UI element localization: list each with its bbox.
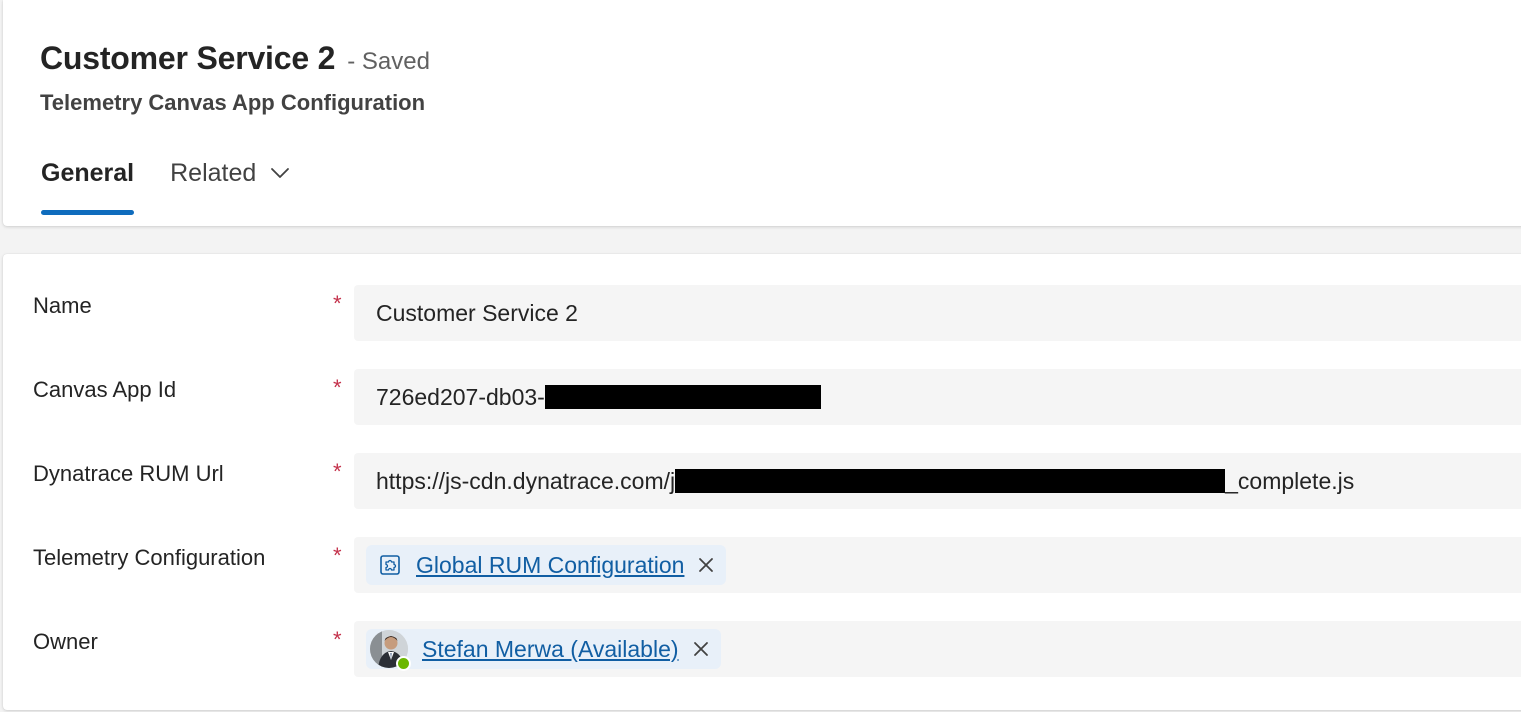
field-row-dynatrace-url: Dynatrace RUM Url * https://js-cdn.dynat… bbox=[3, 453, 1521, 509]
name-value: Customer Service 2 bbox=[376, 299, 578, 326]
name-input[interactable]: Customer Service 2 bbox=[354, 285, 1521, 341]
owner-pill: Stefan Merwa (Available) bbox=[366, 629, 721, 671]
redaction-bar bbox=[544, 385, 821, 409]
field-row-telemetry-configuration: Telemetry Configuration * Global RUM Con… bbox=[3, 537, 1521, 593]
dynatrace-url-label: Dynatrace RUM Url bbox=[33, 461, 224, 486]
owner-link[interactable]: Stefan Merwa (Available) bbox=[422, 636, 679, 663]
form-section: Name * Customer Service 2 Canvas App Id … bbox=[3, 254, 1521, 710]
canvas-app-id-value: 726ed207-db03- bbox=[376, 383, 545, 410]
required-marker: * bbox=[333, 375, 342, 400]
chevron-down-icon bbox=[270, 167, 290, 179]
owner-lookup[interactable]: Stefan Merwa (Available) bbox=[354, 621, 1521, 677]
required-marker: * bbox=[333, 291, 342, 316]
entity-name: Telemetry Canvas App Configuration bbox=[40, 90, 426, 115]
dynatrace-url-input[interactable]: https://js-cdn.dynatrace.com/j _complete… bbox=[354, 453, 1521, 509]
record-title: Customer Service 2 bbox=[40, 40, 336, 76]
owner-label: Owner bbox=[33, 629, 98, 654]
required-marker: * bbox=[333, 459, 342, 484]
field-row-canvas-app-id: Canvas App Id * 726ed207-db03- bbox=[3, 369, 1521, 425]
title-row: Customer Service 2 - Saved bbox=[40, 40, 430, 77]
canvas-app-id-input[interactable]: 726ed207-db03- bbox=[354, 369, 1521, 425]
save-status: - Saved bbox=[347, 48, 430, 75]
record-header: Customer Service 2 - Saved Telemetry Can… bbox=[3, 0, 1521, 226]
telemetry-configuration-label: Telemetry Configuration bbox=[33, 545, 266, 570]
field-row-name: Name * Customer Service 2 bbox=[3, 285, 1521, 341]
tab-general-label: General bbox=[41, 158, 135, 187]
required-marker: * bbox=[333, 627, 342, 652]
dynatrace-url-suffix: _complete.js bbox=[1225, 467, 1355, 494]
close-icon[interactable] bbox=[698, 557, 714, 573]
canvas-app-id-label: Canvas App Id bbox=[33, 377, 177, 402]
redaction-bar bbox=[675, 469, 1226, 493]
entity-puzzle-icon bbox=[378, 553, 402, 577]
tab-list: General Related bbox=[41, 150, 290, 215]
telemetry-configuration-link[interactable]: Global RUM Configuration bbox=[416, 552, 684, 579]
telemetry-configuration-pill: Global RUM Configuration bbox=[366, 545, 727, 585]
name-label: Name bbox=[33, 293, 92, 318]
dynatrace-url-prefix: https://js-cdn.dynatrace.com/j bbox=[376, 467, 676, 494]
close-icon[interactable] bbox=[693, 641, 709, 657]
telemetry-configuration-lookup[interactable]: Global RUM Configuration bbox=[354, 537, 1521, 593]
tab-related[interactable]: Related bbox=[170, 150, 290, 196]
presence-available-badge bbox=[396, 656, 411, 671]
tab-general[interactable]: General bbox=[41, 150, 135, 215]
field-row-owner: Owner * Stefan Merwa (Available) bbox=[3, 621, 1521, 677]
required-marker: * bbox=[333, 543, 342, 568]
tab-related-label: Related bbox=[170, 158, 257, 187]
avatar bbox=[370, 630, 411, 671]
